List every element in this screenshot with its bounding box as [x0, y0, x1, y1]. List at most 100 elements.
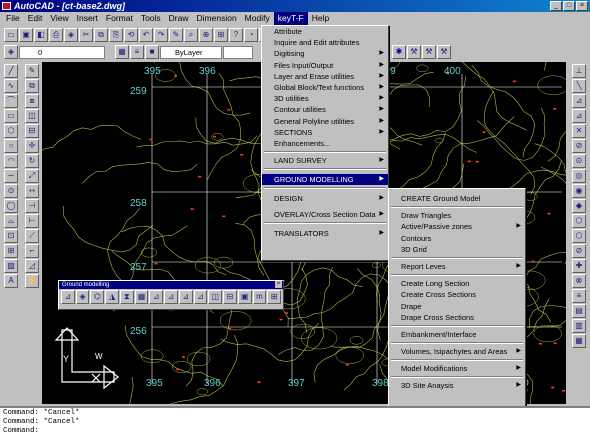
menu-item-ground-modelling[interactable]: GROUND MODELLING ▶	[262, 174, 388, 186]
draw-5-icon[interactable]: ○	[4, 139, 18, 153]
gm-8-icon[interactable]: ⊿	[178, 290, 193, 304]
menu-item-overlay-cross-section-data[interactable]: OVERLAY/Cross Section Data ▶	[262, 209, 388, 220]
draw-9-icon[interactable]: ◯	[4, 199, 18, 213]
menu-keytf[interactable]: keyT-F	[273, 12, 308, 25]
command-prompt[interactable]: Command:	[3, 427, 587, 436]
menu-insert[interactable]: Insert	[73, 12, 102, 25]
gm-6-icon[interactable]: ⊿	[149, 290, 164, 304]
draw-2-icon[interactable]: ⌒	[4, 94, 18, 108]
std-8-icon[interactable]: ⟲	[124, 28, 138, 42]
layers-icon[interactable]: ≡	[130, 45, 144, 59]
gm-4-icon[interactable]: ⧗	[119, 290, 134, 304]
menu-dimension[interactable]: Dimension	[193, 12, 241, 25]
gm-5-icon[interactable]: ▦	[134, 290, 149, 304]
draw-10-icon[interactable]: ⌓	[4, 214, 18, 228]
menu-item-volumes-isipachytes-and-areas[interactable]: Volumes, Isipachytes and Areas ▶	[389, 346, 525, 357]
gm-9-icon[interactable]: ⊿	[193, 290, 208, 304]
menu-view[interactable]: View	[46, 12, 72, 25]
gm-2-icon[interactable]: ⌬	[90, 290, 105, 304]
snap-7-icon[interactable]: ◎	[572, 169, 586, 183]
modify-7-icon[interactable]: ⤢	[25, 169, 39, 183]
menu-item-design[interactable]: DESIGN ▶	[262, 193, 388, 204]
std-7-icon[interactable]: ⎘	[109, 28, 123, 42]
menu-tools[interactable]: Tools	[137, 12, 165, 25]
gm-close-button[interactable]: ×	[275, 281, 282, 288]
modify-9-icon[interactable]: ⊣	[25, 199, 39, 213]
menu-item-drape[interactable]: Drape	[389, 301, 525, 312]
gm-10-icon[interactable]: ◫	[208, 290, 223, 304]
menu-item-inquire-and-edit-attributes[interactable]: Inquire and Edit attributes	[262, 37, 388, 48]
draw-11-icon[interactable]: ⊡	[4, 229, 18, 243]
draw-4-icon[interactable]: ⬡	[4, 124, 18, 138]
menu-item-draw-triangles[interactable]: Draw Triangles	[389, 210, 525, 221]
gm-0-icon[interactable]: ⊿	[61, 290, 75, 304]
menu-item-3d-site-anaysis[interactable]: 3D Site Anaysis ▶	[389, 380, 525, 391]
snap-1-icon[interactable]: ╲	[572, 79, 586, 93]
modify-10-icon[interactable]: ⊢	[25, 214, 39, 228]
draw-3-icon[interactable]: ▭	[4, 109, 18, 123]
modify-2-icon[interactable]: ⧈	[25, 94, 39, 108]
menu-draw[interactable]: Draw	[165, 12, 193, 25]
std-11-icon[interactable]: ✎	[169, 28, 183, 42]
menu-item-attribute[interactable]: Attribute	[262, 26, 388, 37]
menu-item-files-input-output[interactable]: Files Input/Output ▶	[262, 60, 388, 71]
modify-12-icon[interactable]: ⌐	[25, 244, 39, 258]
layer-icon[interactable]: ◈	[4, 45, 18, 59]
linetype-dropdown[interactable]	[223, 45, 253, 59]
snap-0-icon[interactable]: ⊥	[572, 64, 586, 78]
snowflake-icon[interactable]: ✱	[392, 45, 406, 59]
menu-edit[interactable]: Edit	[24, 12, 47, 25]
snap-2-icon[interactable]: ⊿	[572, 94, 586, 108]
gm-12-icon[interactable]: ▣	[237, 290, 252, 304]
std-2-icon[interactable]: ◧	[34, 28, 48, 42]
modify-11-icon[interactable]: ⟋	[25, 229, 39, 243]
draw-12-icon[interactable]: ⊞	[4, 244, 18, 258]
std-6-icon[interactable]: ⧉	[94, 28, 108, 42]
snap-12-icon[interactable]: ⊘	[572, 244, 586, 258]
menu-item-land-survey[interactable]: LAND SURVEY ▶	[262, 155, 388, 166]
menu-item-translators[interactable]: TRANSLATORS ▶	[262, 228, 388, 239]
minimize-button[interactable]: _	[550, 1, 562, 11]
draw-13-icon[interactable]: ▨	[4, 259, 18, 273]
modify-5-icon[interactable]: ✢	[25, 139, 39, 153]
menu-item-digitising[interactable]: Digitising ▶	[262, 48, 388, 59]
std-16-icon[interactable]: ◔	[244, 28, 258, 42]
std-1-icon[interactable]: ▣	[19, 28, 33, 42]
command-line[interactable]: Command: *Cancel* Command: *Cancel* Comm…	[0, 406, 590, 443]
menu-item-sections[interactable]: SECTIONS ▶	[262, 127, 388, 138]
menu-item-enhancements[interactable]: Enhancements...	[262, 138, 388, 149]
color-icon[interactable]: ■	[145, 45, 159, 59]
menu-item-report-leves[interactable]: Report Leves ▶	[389, 261, 525, 272]
snap-6-icon[interactable]: ⊙	[572, 154, 586, 168]
menu-item-general-polyline-utilities[interactable]: General Polyline utilities ▶	[262, 116, 388, 127]
modify-13-icon[interactable]: ◿	[25, 259, 39, 273]
modify-3-icon[interactable]: ◫	[25, 109, 39, 123]
menu-item-contours[interactable]: Contours	[389, 233, 525, 244]
snap-14-icon[interactable]: ⊗	[572, 274, 586, 288]
gm-1-icon[interactable]: ◈	[75, 290, 90, 304]
menu-item-3d-utilities[interactable]: 3D utilities ▶	[262, 93, 388, 104]
snap-17-icon[interactable]: ▥	[572, 319, 586, 333]
std-5-icon[interactable]: ✂	[79, 28, 93, 42]
draw-1-icon[interactable]: ∿	[4, 79, 18, 93]
gm-14-icon[interactable]: ⊞	[267, 290, 282, 304]
draw-6-icon[interactable]: ◠	[4, 154, 18, 168]
gm-7-icon[interactable]: ⊿	[164, 290, 178, 304]
menu-item-contour-utilities[interactable]: Contour utilities ▶	[262, 104, 388, 115]
menu-modify[interactable]: Modify	[241, 12, 274, 25]
snap-9-icon[interactable]: ◆	[572, 199, 586, 213]
gm-11-icon[interactable]: ⊟	[223, 290, 237, 304]
modify-1-icon[interactable]: ⧉	[25, 79, 39, 93]
modify-8-icon[interactable]: ⇿	[25, 184, 39, 198]
menu-item-drape-cross-sections[interactable]: Drape Cross Sections	[389, 312, 525, 323]
draw-7-icon[interactable]: ∼	[4, 169, 18, 183]
std-10-icon[interactable]: ↷	[154, 28, 168, 42]
std-12-icon[interactable]: ⌕	[184, 28, 198, 42]
menu-help[interactable]: Help	[308, 12, 333, 25]
tool-b-icon[interactable]: ⚒	[422, 45, 436, 59]
std-15-icon[interactable]: ?	[229, 28, 243, 42]
snap-11-icon[interactable]: ⬡	[572, 229, 586, 243]
modify-4-icon[interactable]: ⊟	[25, 124, 39, 138]
modify-0-icon[interactable]: ✎	[25, 64, 39, 78]
make-current-icon[interactable]: ▦	[115, 45, 129, 59]
